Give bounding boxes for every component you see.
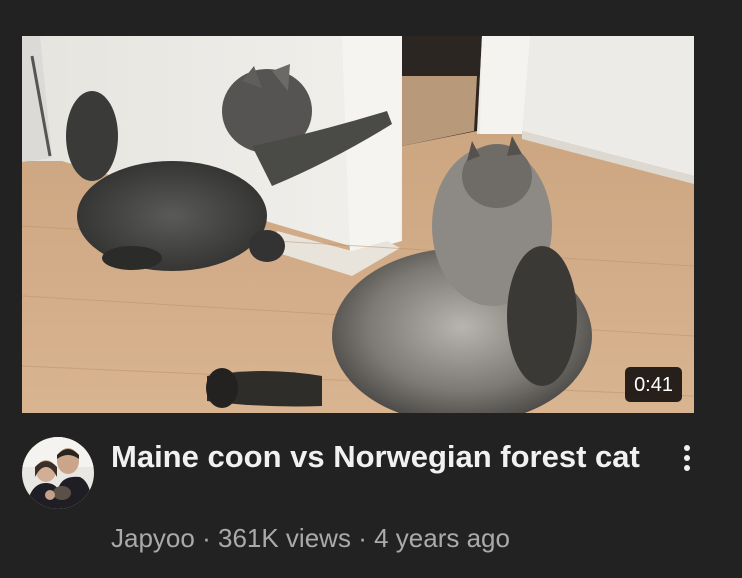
video-metadata: Japyoo · 361K views · 4 years ago [111,521,510,555]
meta-separator: · [202,523,211,553]
thumbnail-image [22,36,694,413]
video-card: 0:41 Maine coon vs Norwegian forest cat … [0,0,742,578]
video-thumbnail[interactable]: 0:41 [22,36,694,413]
video-title[interactable]: Maine coon vs Norwegian forest cat [111,437,641,476]
view-count: 361K views [217,523,351,553]
more-vert-glyph [684,445,690,471]
channel-name[interactable]: Japyoo [111,523,195,553]
channel-avatar[interactable] [22,437,94,509]
duration-badge: 0:41 [625,367,682,402]
upload-age: 4 years ago [374,523,510,553]
avatar-image [22,437,94,509]
meta-separator: · [358,523,367,553]
more-vert-icon[interactable] [674,440,700,476]
